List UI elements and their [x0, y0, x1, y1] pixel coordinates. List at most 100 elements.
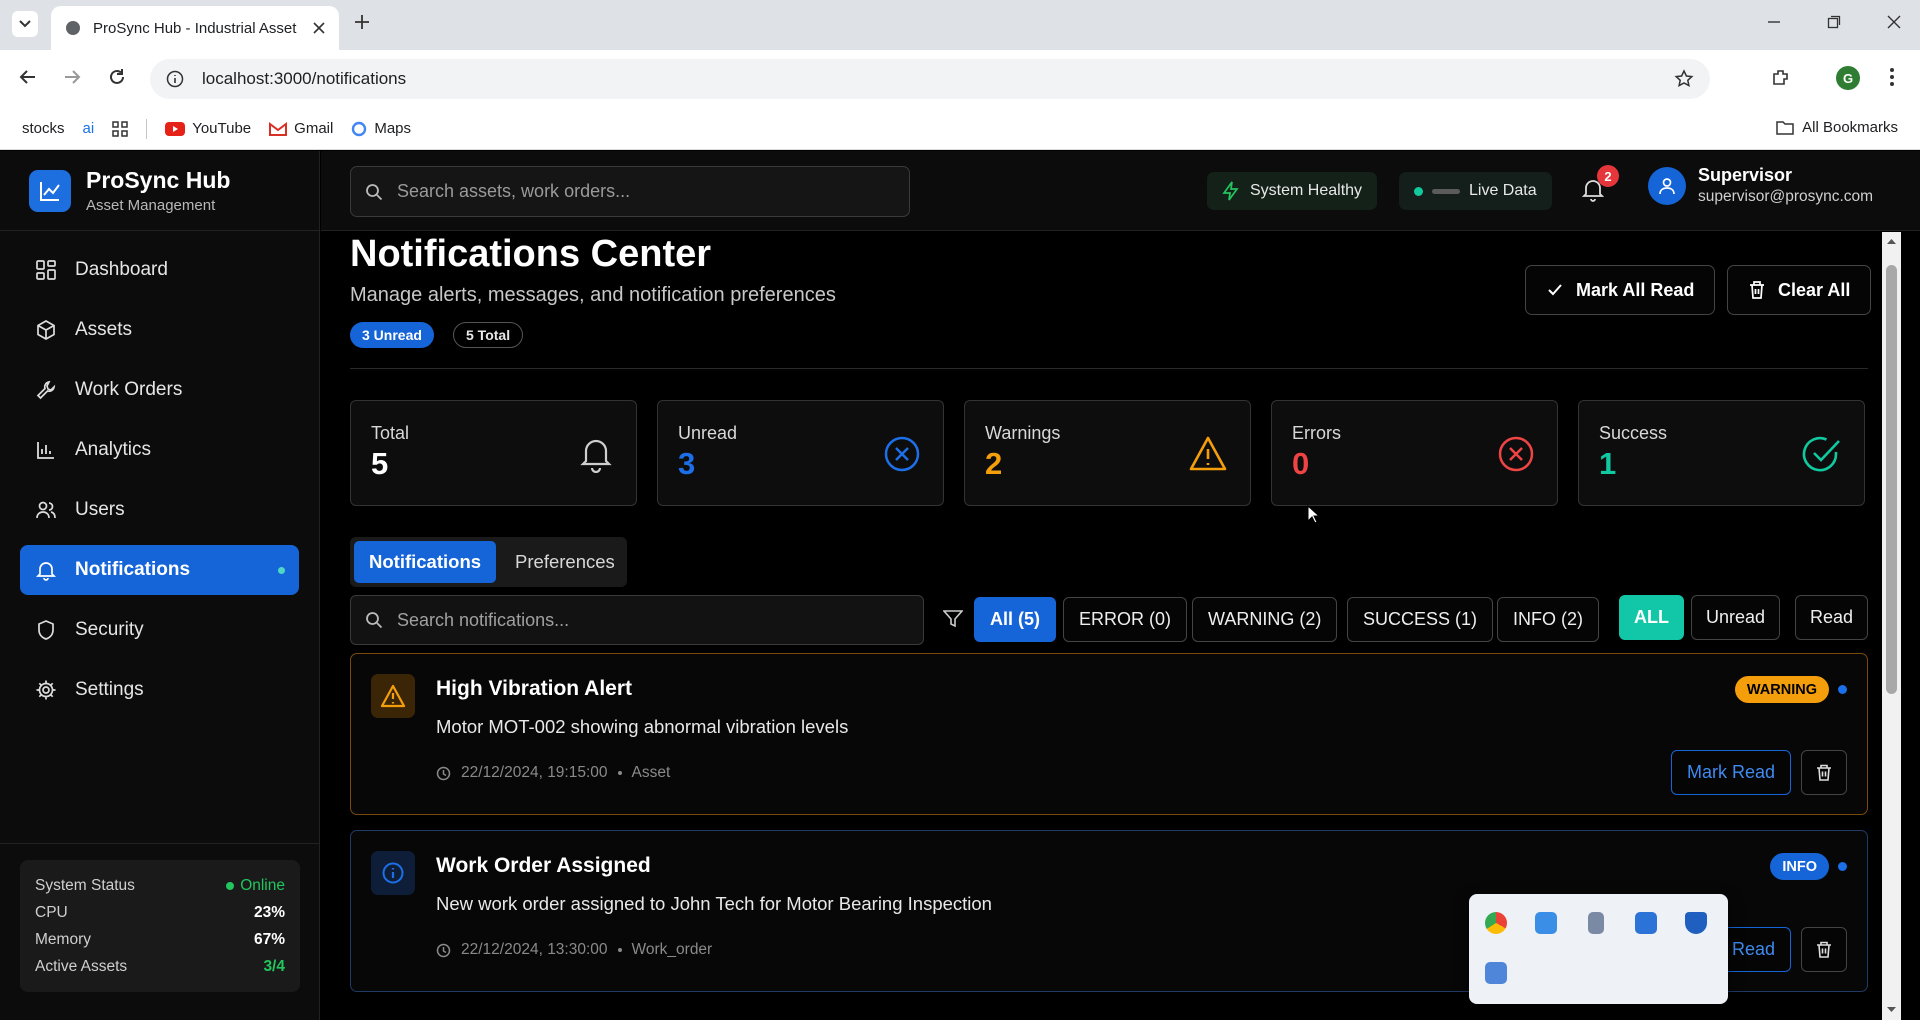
bookmark-star-icon[interactable] [1674, 69, 1694, 89]
check-icon [1548, 284, 1562, 296]
profile-avatar[interactable]: G [1836, 66, 1860, 90]
tab-notifications[interactable]: Notifications [354, 541, 497, 583]
notification-card[interactable]: High Vibration Alert Motor MOT-002 showi… [350, 653, 1868, 815]
shield-icon [38, 620, 54, 640]
browser-menu-icon[interactable] [1888, 67, 1896, 87]
browser-tab[interactable]: ProSync Hub - Industrial Asset Managemen… [51, 6, 339, 50]
filter-info[interactable]: INFO (2) [1497, 597, 1599, 642]
notification-message: New work order assigned to John Tech for… [436, 893, 992, 914]
scrollbar-thumb[interactable] [1886, 265, 1897, 694]
brand-subtitle: Asset Management [86, 197, 216, 214]
search-icon [366, 183, 383, 200]
scroll-up-icon[interactable] [1887, 238, 1896, 244]
stat-card-success: Success 1 [1578, 400, 1865, 506]
filter-warning[interactable]: WARNING (2) [1192, 597, 1338, 642]
system-status-panel: System Status Online CPU 23% Memory 67% Act… [0, 843, 320, 1020]
active-assets-row: Active Assets 3/4 [35, 957, 285, 975]
site-info-icon[interactable] [166, 70, 184, 88]
sidebar: ProSync Hub Asset Management Dashboard A… [0, 151, 320, 1020]
mark-read-button[interactable]: Mark Read [1670, 750, 1791, 795]
youtube-icon [165, 121, 186, 136]
x-circle-icon [884, 436, 920, 472]
notification-search-input[interactable]: Search notifications... [350, 595, 924, 645]
clock-icon [436, 766, 451, 780]
all-bookmarks[interactable]: All Bookmarks [1776, 119, 1898, 136]
sidebar-item-analytics[interactable]: Analytics [20, 425, 299, 475]
read-filter-all[interactable]: ALL [1619, 595, 1684, 640]
sidebar-menu: Dashboard Assets Work Orders Analytics U… [0, 231, 319, 739]
bookmark-ai[interactable]: ai [83, 120, 95, 137]
sidebar-item-notifications[interactable]: Notifications [20, 545, 299, 595]
sidebar-item-users[interactable]: Users [20, 485, 299, 535]
defender-tray-icon[interactable] [1685, 912, 1707, 934]
back-icon[interactable] [18, 67, 38, 87]
brand-name: ProSync Hub [86, 167, 231, 193]
notification-type-icon [371, 851, 415, 895]
mouse-cursor-icon [1307, 505, 1321, 524]
total-count-pill: 5 Total [453, 322, 524, 348]
grid-icon [36, 260, 56, 280]
lightning-icon [1222, 181, 1239, 201]
close-tab-icon[interactable] [313, 22, 325, 34]
live-indicator-dot [1414, 186, 1423, 196]
chevron-down-icon [19, 20, 31, 28]
scroll-down-icon[interactable] [1887, 1007, 1896, 1013]
notification-type-badge: WARNING [1734, 676, 1829, 703]
tab-search-button[interactable] [12, 11, 38, 37]
chrome-tray-icon[interactable] [1485, 912, 1507, 934]
sidebar-item-assets[interactable]: Assets [20, 305, 299, 355]
brand[interactable]: ProSync Hub Asset Management [0, 151, 319, 231]
gmail-icon [269, 121, 288, 136]
clear-all-button[interactable]: Clear All [1727, 265, 1872, 315]
app-tray-icon[interactable] [1485, 962, 1507, 984]
sidebar-item-work-orders[interactable]: Work Orders [20, 365, 299, 415]
live-data-toggle[interactable]: Live Data [1399, 172, 1552, 210]
bookmarks-bar: stocks ai YouTube Gmail Maps All Bookmar… [0, 108, 1920, 150]
bell-icon [35, 562, 57, 581]
user-menu[interactable]: Supervisor supervisor@prosync.com [1648, 165, 1873, 206]
notification-count-badge: 2 [1597, 165, 1619, 187]
sidebar-item-security[interactable]: Security [20, 605, 299, 655]
delete-button[interactable] [1801, 750, 1847, 795]
top-header: Search assets, work orders... System Hea… [321, 151, 1920, 231]
bookmark-youtube[interactable]: YouTube [165, 120, 251, 137]
restore-button[interactable] [1826, 14, 1842, 30]
bookmark-stocks[interactable]: stocks [22, 120, 65, 137]
address-bar[interactable]: localhost:3000/notifications [150, 59, 1710, 99]
close-window-button[interactable] [1886, 14, 1902, 30]
delete-button[interactable] [1801, 927, 1847, 972]
global-search-input[interactable]: Search assets, work orders... [350, 166, 910, 217]
minimize-button[interactable] [1766, 14, 1782, 30]
mark-all-read-button[interactable]: Mark All Read [1525, 265, 1716, 315]
new-tab-icon[interactable] [352, 12, 372, 32]
extensions-icon[interactable] [1770, 67, 1792, 89]
read-filter-read[interactable]: Read [1795, 595, 1869, 640]
cpu-row: CPU 23% [35, 903, 285, 921]
bookmark-maps[interactable]: Maps [351, 120, 411, 137]
stat-card-errors: Errors 0 [1271, 400, 1558, 506]
sidebar-item-settings[interactable]: Settings [20, 665, 299, 715]
filter-success[interactable]: SUCCESS (1) [1347, 597, 1494, 642]
display-tray-icon[interactable] [1635, 912, 1657, 934]
read-filter-unread[interactable]: Unread [1691, 595, 1781, 640]
tab-preferences[interactable]: Preferences [500, 541, 630, 583]
onedrive-tray-icon[interactable] [1535, 912, 1557, 934]
bookmark-gmail[interactable]: Gmail [269, 120, 333, 137]
usb-tray-icon[interactable] [1588, 912, 1604, 934]
stat-card-unread: Unread 3 [657, 400, 944, 506]
sidebar-item-dashboard[interactable]: Dashboard [20, 245, 299, 295]
unread-dot [1838, 685, 1847, 694]
google-icon [352, 121, 367, 136]
bookmark-divider [146, 118, 148, 139]
apps-icon[interactable] [112, 120, 128, 137]
forward-icon[interactable] [62, 67, 82, 87]
reload-icon[interactable] [107, 67, 127, 87]
users-icon [36, 501, 56, 519]
filter-error[interactable]: ERROR (0) [1063, 597, 1188, 642]
notification-title: High Vibration Alert [436, 677, 633, 700]
trash-icon [1817, 764, 1831, 781]
info-icon [382, 862, 404, 884]
page-scrollbar[interactable] [1882, 232, 1901, 1020]
stat-card-warnings: Warnings 2 [964, 400, 1251, 506]
filter-all[interactable]: All (5) [974, 597, 1057, 642]
